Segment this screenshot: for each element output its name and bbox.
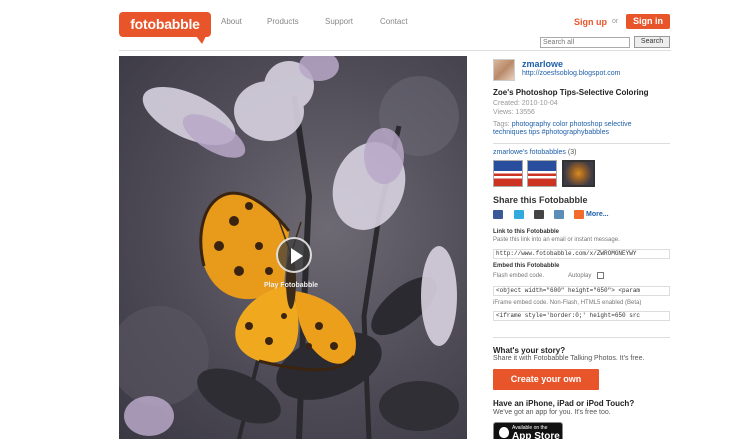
iframe-embed-label: iFrame embed code. Non-Flash, HTML5 enab… [493,300,642,306]
signup-link[interactable]: Sign up [574,17,607,27]
user-avatar[interactable] [493,59,515,81]
view-count: Views: 13556 [493,109,535,116]
main-photo[interactable]: Play Fotobabble [119,56,467,439]
play-button[interactable] [276,237,312,273]
collection-label[interactable]: zmarlowe's fotobabbles [493,149,566,156]
sidebar-divider [493,337,670,338]
tags-links[interactable]: photography color photoshop selective [512,121,632,128]
app-store-badge[interactable]: Available on the App Store [493,422,563,439]
facebook-icon[interactable] [493,210,503,219]
or-text: or [612,18,619,25]
app-store-big-text: App Store [512,431,560,439]
sidebar-divider [493,143,670,144]
autoplay-label: Autoplay [568,273,592,279]
created-date: Created: 2010-10-04 [493,100,558,107]
autoplay-checkbox[interactable] [597,272,604,279]
story-subtext: Share it with Fotobabble Talking Photos.… [493,355,645,362]
iphone-subtext: We've got an app for you. It's free too. [493,409,611,416]
link-instructions: Paste this link into an email or instant… [493,237,620,243]
collection-count: (3) [567,149,577,156]
search-input[interactable]: Search all [540,37,630,48]
logo-speech-tail [196,36,206,44]
header-divider [119,50,671,51]
fotobabble-title: Zoe's Photoshop Tips-Selective Coloring [493,88,649,97]
nav-contact[interactable]: Contact [380,17,408,26]
addthis-icon[interactable] [574,210,584,219]
username-link[interactable]: zmarlowe [522,59,563,69]
user-blog-link[interactable]: http://zoesfsoblog.blogspot.com [522,70,620,77]
embed-code-field[interactable]: <object width="600" height="650"> <param [493,286,670,296]
signin-button[interactable]: Sign in [626,14,670,29]
story-heading: What's your story? [493,346,566,355]
nav-support[interactable]: Support [325,17,353,26]
nav-products[interactable]: Products [267,17,299,26]
share-more-link[interactable]: More... [586,211,609,218]
create-your-own-button[interactable]: Create your own [493,369,599,390]
link-heading: Link to this Fotobabble [493,229,559,235]
collection-thumbnail[interactable] [493,160,523,187]
tags-label: Tags: [493,121,510,128]
search-button[interactable]: Search [634,36,670,48]
embed-heading: Embed this Fotobabble [493,263,560,269]
apple-icon [499,427,509,438]
nav-about[interactable]: About [221,17,242,26]
link-field[interactable]: http://www.fotobabble.com/x/ZWROMGNEYWY [493,249,670,259]
collection-thumbnail[interactable] [527,160,557,187]
tags-links-continued[interactable]: techniques tips #photographybabbles [493,129,609,136]
twitter-icon[interactable] [514,210,524,219]
myspace-icon[interactable] [534,210,544,219]
collection-thumbnail-selected[interactable] [562,160,595,187]
flash-embed-label: Flash embed code. [493,273,545,279]
play-label[interactable]: Play Fotobabble [264,282,318,289]
email-icon[interactable] [554,210,564,219]
collection-header[interactable]: zmarlowe's fotobabbles (3) [493,149,576,156]
share-title: Share this Fotobabble [493,195,588,205]
tags-line: Tags: photography color photoshop select… [493,121,632,128]
iphone-heading: Have an iPhone, iPad or iPod Touch? [493,399,635,408]
iframe-code-field[interactable]: <iframe style='border:0;' height=650 src [493,311,670,321]
fotobabble-logo[interactable]: fotobabble [119,12,211,37]
